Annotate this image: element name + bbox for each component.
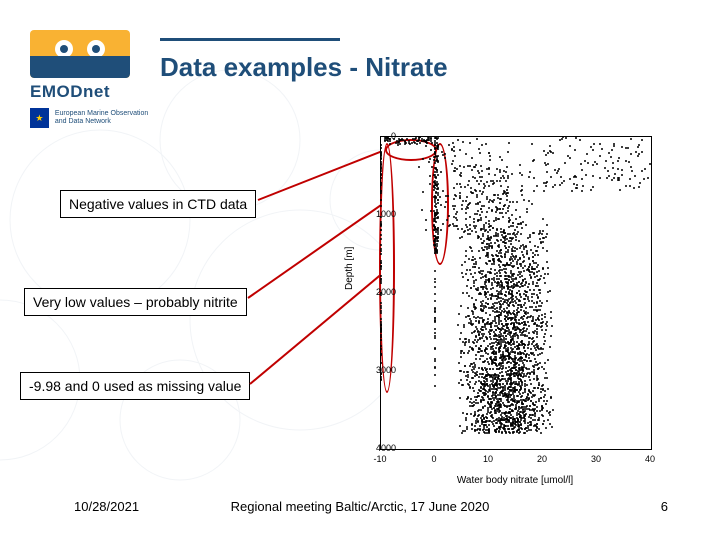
eu-flag-icon: ★	[30, 108, 49, 128]
callout-missing-value: -9.98 and 0 used as missing value	[20, 372, 250, 400]
slide-title: Data examples - Nitrate	[160, 52, 448, 83]
brand-name: EMODnet	[30, 82, 150, 102]
y-axis-label: Depth [m]	[344, 247, 355, 290]
scatter-chart: Depth [m] Water body nitrate [umol/l] 01…	[340, 130, 670, 486]
brand-block: EMODnet ★ European Marine Observation an…	[30, 30, 150, 128]
brand-logo	[30, 30, 130, 78]
footer-page: 6	[661, 499, 668, 514]
callout-low-nitrite: Very low values – probably nitrite	[24, 288, 247, 316]
x-axis-label: Water body nitrate [umol/l]	[380, 475, 650, 486]
eu-tagline: European Marine Observation and Data Net…	[55, 110, 150, 125]
plot-area	[380, 136, 652, 450]
callout-negative-ctd: Negative values in CTD data	[60, 190, 256, 218]
eu-row: ★ European Marine Observation and Data N…	[30, 108, 150, 128]
title-rule	[160, 38, 340, 41]
slide-root: EMODnet ★ European Marine Observation an…	[0, 0, 720, 540]
footer-center: Regional meeting Baltic/Arctic, 17 June …	[0, 499, 720, 514]
